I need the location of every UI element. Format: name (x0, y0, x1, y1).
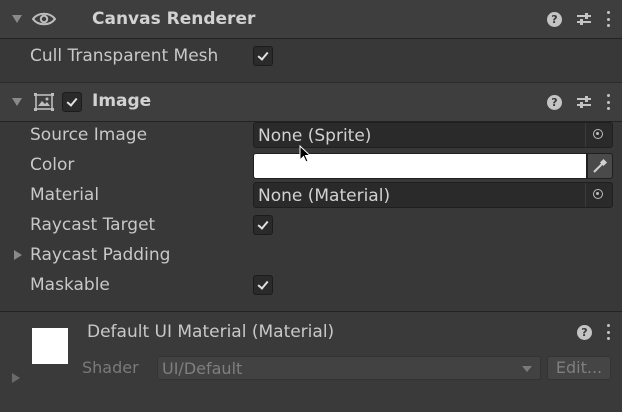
object-picker-button[interactable] (585, 183, 612, 207)
mouse-cursor-icon (299, 145, 312, 163)
maskable-label: Maskable (30, 275, 110, 295)
color-label: Color (30, 155, 75, 175)
image-component-icon (34, 93, 54, 111)
kebab-menu-icon[interactable] (606, 11, 610, 27)
foldout-right-arrow-icon[interactable] (14, 250, 22, 260)
object-picker-icon (593, 129, 603, 139)
eyedropper-icon (593, 158, 608, 173)
object-picker-icon (593, 189, 603, 199)
material-label: Material (30, 185, 100, 205)
kebab-menu-icon[interactable] (606, 324, 610, 340)
cull-transparent-mesh-checkbox[interactable] (253, 46, 273, 66)
foldout-arrow-icon[interactable] (12, 98, 22, 106)
help-icon[interactable]: ? (577, 324, 592, 340)
shader-dropdown[interactable]: UI/Default (157, 356, 541, 380)
object-picker-button[interactable] (585, 123, 612, 147)
component-title: Canvas Renderer (92, 9, 256, 29)
raycast-target-checkbox[interactable] (253, 215, 273, 235)
maskable-checkbox[interactable] (253, 275, 273, 295)
material-preview-swatch[interactable] (32, 328, 68, 364)
presets-icon[interactable] (576, 95, 592, 109)
cull-transparent-mesh-label: Cull Transparent Mesh (30, 46, 219, 66)
help-icon[interactable]: ? (547, 11, 562, 27)
raycast-padding-foldout[interactable]: Raycast Padding (30, 245, 170, 265)
help-icon[interactable]: ? (547, 94, 562, 110)
dropdown-arrow-icon (522, 366, 532, 372)
source-image-label: Source Image (30, 125, 148, 145)
material-field[interactable]: None (Material) (253, 182, 613, 208)
presets-icon[interactable] (576, 12, 592, 26)
canvas-renderer-header[interactable]: Canvas Renderer ? (0, 0, 622, 39)
image-component-header[interactable]: Image ? (0, 82, 622, 122)
edit-shader-button[interactable]: Edit... (547, 356, 611, 380)
raycast-target-label: Raycast Target (30, 215, 156, 235)
component-title: Image (92, 91, 152, 111)
image-enabled-checkbox[interactable] (62, 92, 82, 112)
kebab-menu-icon[interactable] (606, 94, 610, 110)
shader-value: UI/Default (162, 359, 243, 378)
eyedropper-button[interactable] (587, 153, 613, 179)
material-title: Default UI Material (Material) (87, 322, 335, 342)
material-value: None (Material) (258, 186, 391, 206)
foldout-arrow-icon[interactable] (12, 15, 22, 23)
eye-icon[interactable] (32, 11, 56, 27)
foldout-right-arrow-icon[interactable] (12, 373, 20, 383)
shader-label: Shader (82, 358, 139, 377)
source-image-value: None (Sprite) (258, 126, 372, 146)
